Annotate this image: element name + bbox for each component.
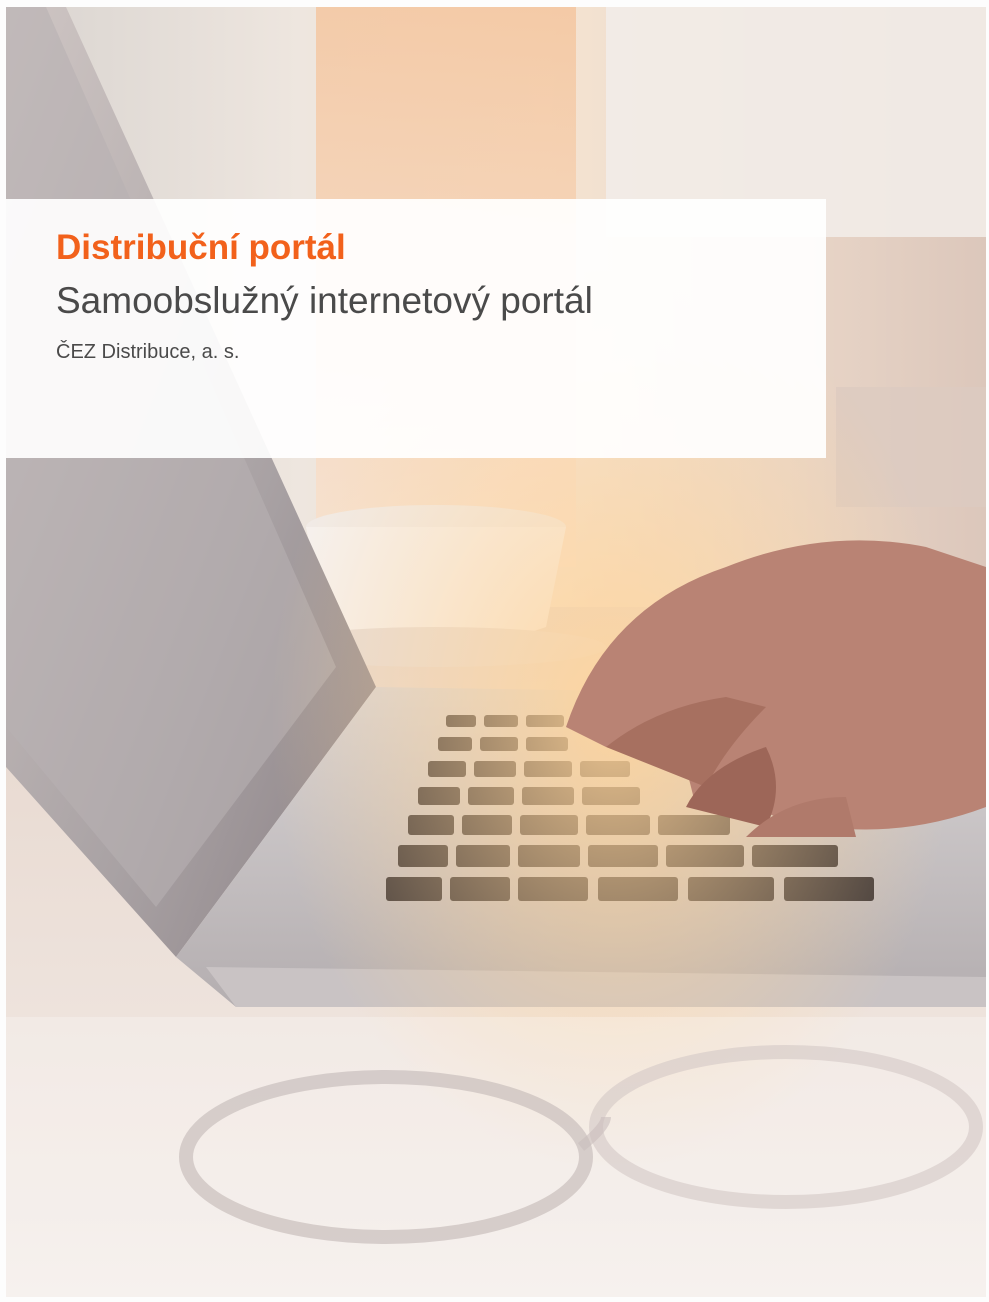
title-box: Distribuční portál Samoobslužný internet…: [6, 199, 826, 458]
cover-page: Distribuční portál Samoobslužný internet…: [0, 0, 989, 1302]
document-subtitle: Samoobslužný internetový portál: [56, 280, 593, 321]
company-name: ČEZ Distribuce, a. s.: [56, 341, 240, 363]
document-title: Distribuční portál: [56, 228, 346, 267]
